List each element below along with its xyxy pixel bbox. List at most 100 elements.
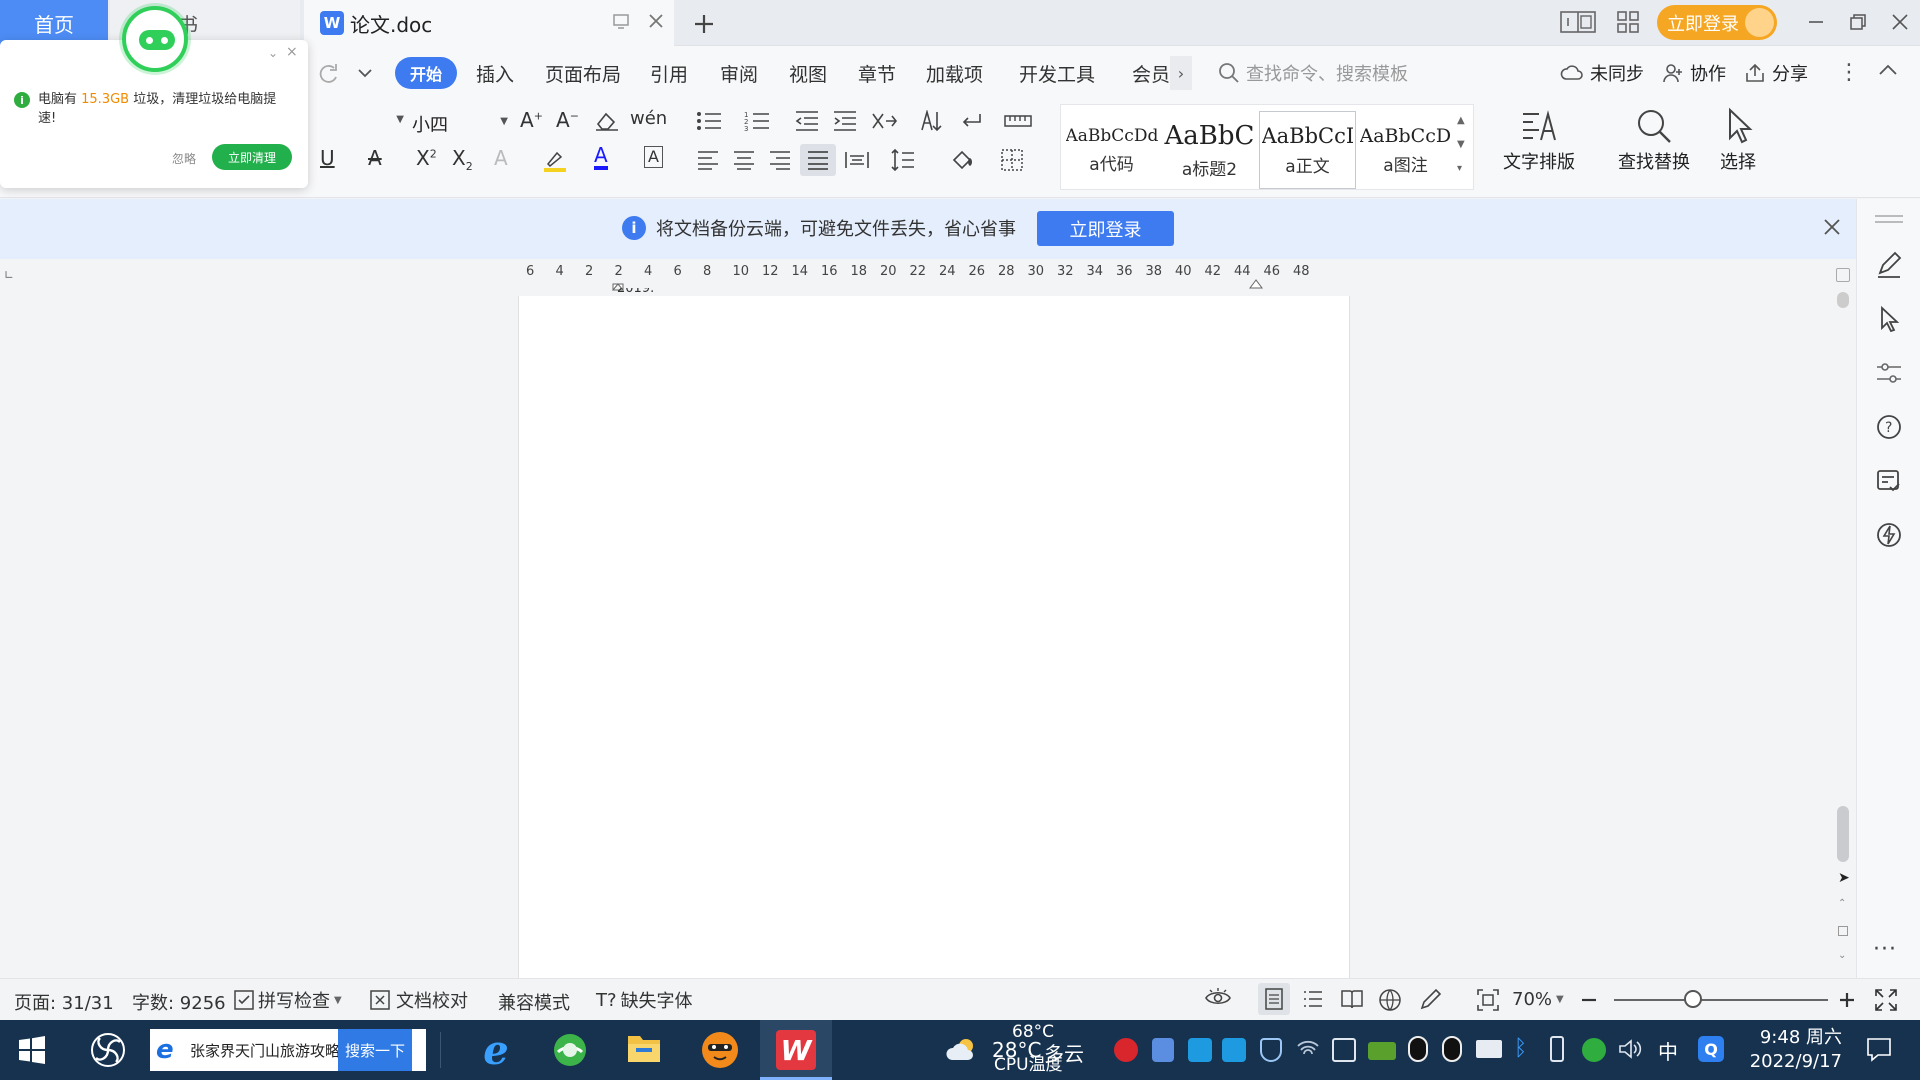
- find-replace-button[interactable]: 查找替换: [1606, 106, 1702, 190]
- subscript-icon[interactable]: X2: [452, 146, 473, 173]
- distribute-icon[interactable]: [844, 150, 870, 170]
- tray-360-icon[interactable]: [1582, 1038, 1606, 1062]
- align-left-icon[interactable]: [696, 150, 720, 170]
- edit-pen-icon[interactable]: [1875, 251, 1903, 279]
- float-window-icon[interactable]: [612, 12, 630, 30]
- pinwheel-app-icon[interactable]: [90, 1032, 126, 1068]
- zoom-slider-thumb[interactable]: [1684, 990, 1702, 1008]
- sort-icon[interactable]: [918, 110, 942, 132]
- sidebar-handle-icon[interactable]: [1875, 215, 1903, 223]
- redo-icon[interactable]: [316, 62, 340, 84]
- tab-insert[interactable]: 插入: [476, 60, 514, 87]
- tab-view[interactable]: 视图: [789, 60, 827, 87]
- tray-volume-icon[interactable]: [1618, 1038, 1642, 1060]
- horizontal-ruler[interactable]: ∟ 6 4 2 2 4 6 8 10 12 14 16 18 20 22 24 26 28 30 32 34 36 38 4…: [0, 260, 1840, 296]
- sidebar-more-icon[interactable]: ···: [1873, 937, 1897, 962]
- font-size-select[interactable]: 小四 ▼: [410, 108, 510, 138]
- fit-page-icon[interactable]: [1476, 988, 1500, 1012]
- tray-nvidia-icon[interactable]: [1368, 1042, 1396, 1060]
- notice-login-button[interactable]: 立即登录: [1037, 211, 1174, 246]
- document-page[interactable]: 2019.: [518, 288, 1350, 978]
- highlight-icon[interactable]: [542, 148, 568, 174]
- collaborate-button[interactable]: 协作: [1662, 60, 1726, 86]
- style-gallery-scroll[interactable]: ▲ ▼ ▾: [1457, 109, 1465, 181]
- popup-close-icon[interactable]: ×: [286, 44, 298, 60]
- tray-qq-2-icon[interactable]: [1442, 1036, 1462, 1062]
- style-body[interactable]: AaBbCcI a正文: [1259, 111, 1356, 189]
- shrink-font-icon[interactable]: A−: [556, 108, 579, 132]
- bullet-list-icon[interactable]: [696, 110, 724, 132]
- tray-battery-icon[interactable]: [1476, 1040, 1502, 1058]
- command-search[interactable]: 查找命令、搜索模板: [1218, 58, 1408, 88]
- cleanup-mascot-icon[interactable]: [122, 6, 188, 72]
- tab-addins[interactable]: 加载项: [926, 60, 983, 87]
- ruler-toggle-icon[interactable]: [1004, 112, 1032, 130]
- proofread-button[interactable]: 文档校对: [370, 987, 468, 1013]
- indent-marker-right[interactable]: [1246, 260, 1266, 292]
- more-options-icon[interactable]: ⋮: [1838, 60, 1860, 85]
- borders-icon[interactable]: [1000, 148, 1024, 172]
- style-caption[interactable]: AaBbCcDd a图注: [1357, 111, 1454, 189]
- zoom-out-icon[interactable]: [1580, 991, 1598, 1009]
- tray-driver-icon[interactable]: [1152, 1038, 1174, 1062]
- tray-shield-icon[interactable]: [1260, 1038, 1282, 1062]
- collapse-ribbon-icon[interactable]: [1878, 62, 1898, 78]
- clear-format-icon[interactable]: [594, 110, 620, 132]
- 360-browser-icon[interactable]: [552, 1032, 588, 1068]
- reading-layout-icon[interactable]: [1560, 10, 1596, 34]
- show-marks-icon[interactable]: [958, 110, 984, 132]
- chinese-layout-icon[interactable]: [870, 110, 898, 132]
- tray-screenshot-icon[interactable]: [1332, 1038, 1356, 1062]
- popup-ignore-button[interactable]: 忽略: [172, 150, 196, 167]
- tray-qq-1-icon[interactable]: [1408, 1036, 1428, 1062]
- justify-icon[interactable]: [800, 144, 836, 176]
- tab-page-layout[interactable]: 页面布局: [545, 60, 621, 87]
- align-right-icon[interactable]: [768, 150, 792, 170]
- tab-document[interactable]: W 论文.doc: [304, 0, 674, 46]
- char-border-icon[interactable]: A: [644, 146, 663, 168]
- tray-q-app-icon[interactable]: Q: [1698, 1036, 1724, 1062]
- shading-icon[interactable]: [950, 148, 976, 172]
- wps-taskbar-button[interactable]: W: [760, 1020, 832, 1080]
- file-explorer-icon[interactable]: [626, 1032, 662, 1064]
- style-code[interactable]: AaBbCcDd a代码: [1063, 111, 1160, 189]
- share-button[interactable]: 分享: [1744, 60, 1808, 86]
- scroll-thumb[interactable]: [1837, 806, 1849, 862]
- pointer-icon[interactable]: [1875, 305, 1903, 333]
- text-effect-icon[interactable]: A: [494, 146, 508, 170]
- clock[interactable]: 9:48 周六 2022/9/17: [1746, 1026, 1842, 1074]
- notice-close-icon[interactable]: [1822, 217, 1842, 237]
- web-view-icon[interactable]: [1378, 988, 1402, 1012]
- tray-app-c2-icon[interactable]: [1222, 1038, 1246, 1062]
- reading-view-icon[interactable]: [1340, 988, 1364, 1010]
- tab-start[interactable]: 开始: [395, 57, 457, 89]
- tab-stop-icon[interactable]: ∟: [4, 268, 14, 282]
- apps-grid-icon[interactable]: [1616, 10, 1640, 34]
- numbered-list-icon[interactable]: 123: [744, 110, 772, 132]
- increase-indent-icon[interactable]: [832, 110, 858, 132]
- sync-button[interactable]: 未同步: [1560, 60, 1644, 86]
- close-window-icon[interactable]: [1890, 12, 1910, 32]
- tray-antivirus-icon[interactable]: [1114, 1038, 1138, 1062]
- ime-indicator[interactable]: 中: [1658, 1036, 1678, 1065]
- tray-wifi-icon[interactable]: [1296, 1038, 1320, 1060]
- compatibility-mode[interactable]: 兼容模式: [498, 989, 570, 1015]
- line-spacing-icon[interactable]: [890, 148, 916, 172]
- spell-check-button[interactable]: 拼写检查 ▼: [234, 987, 342, 1013]
- text-layout-button[interactable]: 文字排版: [1494, 106, 1584, 190]
- underline-icon[interactable]: U: [320, 146, 335, 170]
- ie-browser-icon[interactable]: e: [474, 1027, 518, 1074]
- font-color-icon[interactable]: A: [594, 144, 608, 170]
- style-heading2[interactable]: AaBbC a标题2: [1161, 111, 1258, 189]
- tab-review[interactable]: 审阅: [720, 60, 758, 87]
- outline-view-icon[interactable]: [1302, 988, 1324, 1010]
- select-browse-object-icon[interactable]: [1838, 926, 1848, 936]
- scroll-up-nub[interactable]: [1837, 292, 1849, 308]
- tray-bluetooth-icon[interactable]: ᛒ: [1514, 1036, 1527, 1061]
- zoom-slider[interactable]: [1614, 990, 1828, 1008]
- page-view-icon[interactable]: [1258, 983, 1290, 1015]
- vertical-scrollbar[interactable]: ➤ ⌃ ⌄: [1832, 262, 1854, 978]
- tab-developer[interactable]: 开发工具: [1019, 60, 1095, 87]
- tab-chapter[interactable]: 章节: [858, 60, 896, 87]
- align-center-icon[interactable]: [732, 150, 756, 170]
